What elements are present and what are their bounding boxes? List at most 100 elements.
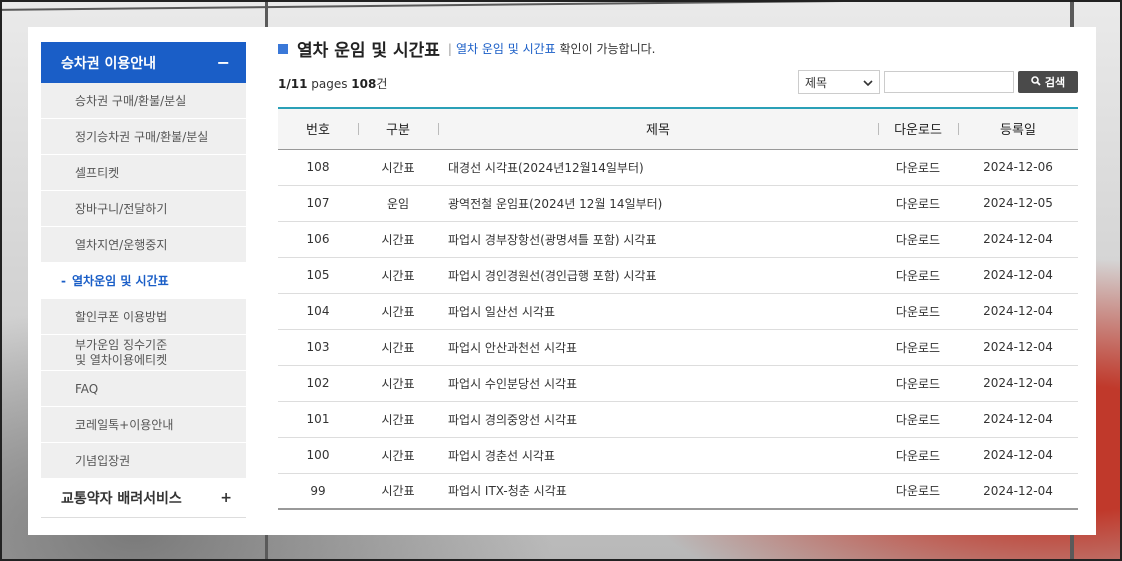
column-header-title: 제목 <box>438 108 878 149</box>
row-date: 2024-12-04 <box>983 340 1053 354</box>
pages-label: pages <box>307 77 352 91</box>
chevron-down-icon <box>863 75 873 89</box>
table-row[interactable]: 105 시간표 파업시 경인경원선(경인급행 포함) 시각표 다운로드 2024-12-… <box>278 257 1078 293</box>
sidebar-header[interactable]: 승차권 이용안내 − <box>41 42 246 83</box>
expand-icon[interactable]: + <box>220 490 232 506</box>
column-header-title-label: 제목 <box>646 123 670 139</box>
row-number: 108 <box>306 160 330 174</box>
subtitle-separator: | <box>447 42 452 56</box>
sidebar-item-admission-ticket[interactable]: 기념입장권 <box>41 443 246 479</box>
row-title-link[interactable]: 파업시 경부장항선(광명셔틀 포함) 시각표 <box>438 221 878 257</box>
table-row[interactable]: 99 시간표 파업시 ITX-청춘 시각표 다운로드 2024-12-04 <box>278 473 1078 509</box>
row-date: 2024-12-04 <box>983 448 1053 462</box>
sidebar-item-korail-talk[interactable]: 코레일톡+이용안내 <box>41 407 246 443</box>
row-type: 시간표 <box>381 448 415 463</box>
row-title-link[interactable]: 파업시 경춘선 시각표 <box>438 437 878 473</box>
sidebar-item-label: FAQ <box>75 381 99 396</box>
background-wire <box>0 0 1122 11</box>
row-type: 운임 <box>386 196 410 211</box>
download-link[interactable]: 다운로드 <box>878 257 958 293</box>
row-title-link[interactable]: 파업시 경의중앙선 시각표 <box>438 401 878 437</box>
column-header-download-label: 다운로드 <box>894 123 942 139</box>
sidebar-item-delay[interactable]: 열차지연/운행중지 <box>41 227 246 263</box>
column-header-date: 등록일 <box>958 108 1078 149</box>
sidebar-item-label: 기념입장권 <box>75 454 131 468</box>
table-header-row: 번호 구분 제목 다운로드 등록일 <box>278 108 1078 149</box>
page-indicator: 1/11 <box>278 77 308 91</box>
sidebar-item-label: 열차운임 및 시간표 <box>71 274 169 288</box>
table-row[interactable]: 107 운임 광역전철 운임표(2024년 12월 14일부터) 다운로드 2024-1… <box>278 185 1078 221</box>
row-number: 106 <box>306 232 330 246</box>
sidebar-item-season-ticket[interactable]: 정기승차권 구매/환불/분실 <box>41 119 246 155</box>
row-title-link[interactable]: 대경선 시각표(2024년12월14일부터) <box>438 149 878 185</box>
row-title-link[interactable]: 파업시 경인경원선(경인급행 포함) 시각표 <box>438 257 878 293</box>
row-type: 시간표 <box>381 268 415 283</box>
row-number: 100 <box>306 448 330 462</box>
table-row[interactable]: 103 시간표 파업시 안산과천선 시각표 다운로드 2024-12-04 <box>278 329 1078 365</box>
download-link[interactable]: 다운로드 <box>878 365 958 401</box>
collapse-icon[interactable]: − <box>217 53 230 72</box>
row-title-link[interactable]: 파업시 ITX-청춘 시각표 <box>438 473 878 509</box>
sidebar-item-ticket-purchase[interactable]: 승차권 구매/환불/분실 <box>41 83 246 119</box>
table-row[interactable]: 102 시간표 파업시 수인분당선 시각표 다운로드 2024-12-04 <box>278 365 1078 401</box>
row-title-link[interactable]: 광역전철 운임표(2024년 12월 14일부터) <box>438 185 878 221</box>
sidebar-item-label: 승차권 구매/환불/분실 <box>75 94 187 108</box>
row-number: 102 <box>306 376 330 390</box>
sidebar-item-cart[interactable]: 장바구니/전달하기 <box>41 191 246 227</box>
row-number: 105 <box>306 268 330 282</box>
table-row[interactable]: 104 시간표 파업시 일산선 시각표 다운로드 2024-12-04 <box>278 293 1078 329</box>
download-link[interactable]: 다운로드 <box>878 149 958 185</box>
row-date: 2024-12-04 <box>983 304 1053 318</box>
row-date: 2024-12-04 <box>983 376 1053 390</box>
header-divider <box>358 123 359 135</box>
row-date: 2024-12-04 <box>983 232 1053 246</box>
count-unit: 건 <box>376 77 388 91</box>
search-field-select[interactable]: 제목 <box>798 70 880 94</box>
column-header-type-label: 구분 <box>386 123 410 139</box>
table-row[interactable]: 106 시간표 파업시 경부장항선(광명셔틀 포함) 시각표 다운로드 2024-12-… <box>278 221 1078 257</box>
page-header: 열차 운임 및 시간표 | 열차 운임 및 시간표 확인이 가능합니다. <box>278 36 655 61</box>
sidebar-item-surcharge[interactable]: 부가운임 징수기준 및 열차이용에티켓 <box>41 335 246 371</box>
subtitle-text: 확인이 가능합니다. <box>555 42 656 56</box>
column-header-type: 구분 <box>358 108 438 149</box>
header-divider <box>438 123 439 135</box>
sidebar-item-label: 정기승차권 구매/환불/분실 <box>75 130 209 144</box>
sidebar-section-label: 교통약자 배려서비스 <box>61 491 182 507</box>
row-title-link[interactable]: 파업시 일산선 시각표 <box>438 293 878 329</box>
search-input[interactable] <box>884 71 1014 93</box>
table-row[interactable]: 100 시간표 파업시 경춘선 시각표 다운로드 2024-12-04 <box>278 437 1078 473</box>
sidebar: 승차권 이용안내 − 승차권 구매/환불/분실 정기승차권 구매/환불/분실 셀… <box>41 42 246 518</box>
sidebar-item-faq[interactable]: FAQ <box>41 371 246 407</box>
search-button-label: 검색 <box>1044 76 1066 89</box>
row-number: 103 <box>306 340 330 354</box>
page-subtitle: | 열차 운임 및 시간표 확인이 가능합니다. <box>448 40 656 57</box>
content-panel: 승차권 이용안내 − 승차권 구매/환불/분실 정기승차권 구매/환불/분실 셀… <box>28 27 1096 535</box>
download-link[interactable]: 다운로드 <box>878 437 958 473</box>
sidebar-item-label: 코레일톡+이용안내 <box>75 418 174 432</box>
download-link[interactable]: 다운로드 <box>878 221 958 257</box>
row-number: 107 <box>306 196 330 210</box>
subtitle-highlight: 열차 운임 및 시간표 <box>455 42 556 56</box>
sidebar-item-coupon[interactable]: 할인쿠폰 이용방법 <box>41 299 246 335</box>
sidebar-section-accessibility[interactable]: 교통약자 배려서비스 + <box>41 479 246 518</box>
download-link[interactable]: 다운로드 <box>878 401 958 437</box>
page-title: 열차 운임 및 시간표 <box>297 41 440 61</box>
download-link[interactable]: 다운로드 <box>878 293 958 329</box>
column-header-date-label: 등록일 <box>1000 123 1036 139</box>
search-bar: 제목 검색 <box>798 70 1078 94</box>
sidebar-item-self-ticket[interactable]: 셀프티켓 <box>41 155 246 191</box>
table-row[interactable]: 101 시간표 파업시 경의중앙선 시각표 다운로드 2024-12-04 <box>278 401 1078 437</box>
row-type: 시간표 <box>381 304 415 319</box>
download-link[interactable]: 다운로드 <box>878 185 958 221</box>
download-link[interactable]: 다운로드 <box>878 329 958 365</box>
sidebar-item-fare-timetable[interactable]: - 열차운임 및 시간표 <box>41 263 246 299</box>
download-link[interactable]: 다운로드 <box>878 473 958 509</box>
sidebar-item-label-line1: 부가운임 징수기준 <box>75 337 168 352</box>
row-title-link[interactable]: 파업시 안산과천선 시각표 <box>438 329 878 365</box>
search-button[interactable]: 검색 <box>1018 71 1078 93</box>
total-count: 108 <box>351 77 377 91</box>
timetable-list: 번호 구분 제목 다운로드 등록일 108 시간표 대경선 시각표(2024년12월… <box>278 107 1078 510</box>
pager-info: 1/11 pages 108건 <box>278 75 387 92</box>
row-title-link[interactable]: 파업시 수인분당선 시각표 <box>438 365 878 401</box>
table-row[interactable]: 108 시간표 대경선 시각표(2024년12월14일부터) 다운로드 2024-12-… <box>278 149 1078 185</box>
